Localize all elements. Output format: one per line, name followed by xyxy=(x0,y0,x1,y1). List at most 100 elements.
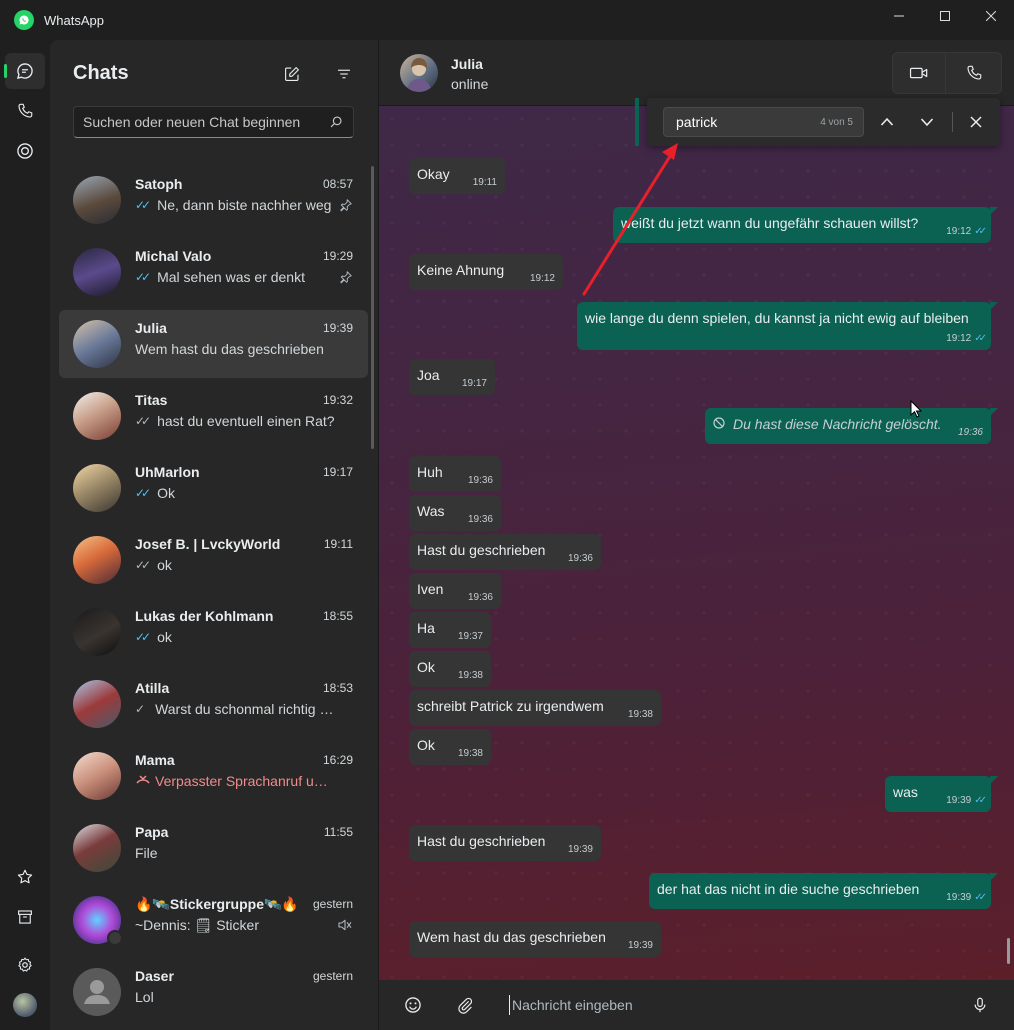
chat-preview: ✓✓ Ne, dann biste nachher weg xyxy=(135,197,335,213)
chat-search-box[interactable] xyxy=(73,106,354,138)
archive-nav-button[interactable] xyxy=(5,899,45,935)
title-bar: WhatsApp xyxy=(0,0,1014,40)
message-timestamp: 19:36 xyxy=(467,475,493,486)
chat-preview: ✓✓ ok xyxy=(135,629,335,645)
chat-time: 19:32 xyxy=(322,393,353,407)
status-nav-button[interactable] xyxy=(5,133,45,169)
message-text: schreibt Patrick zu irgendwem xyxy=(417,698,604,714)
message-time: 19:36 xyxy=(958,427,983,438)
chat-preview-text: hast du eventuell einen Rat? xyxy=(157,413,335,429)
chat-time: 19:17 xyxy=(322,465,353,479)
incoming-message-bubble[interactable]: Hast du geschrieben 19:39 xyxy=(409,825,601,861)
chat-preview-text: Verpasster Sprachanruf um... xyxy=(155,773,335,789)
conversation-panel: Julia online Okay 19:11 weißt du jetzt wan… xyxy=(379,40,1014,1030)
chat-name: Titas xyxy=(135,392,168,408)
chat-list-item[interactable]: Michal Valo 19:29 ✓✓ Mal sehen was er denkt xyxy=(59,238,368,306)
starred-nav-button[interactable] xyxy=(5,859,45,895)
incoming-message-bubble[interactable]: Iven 19:36 xyxy=(409,573,501,609)
message-time: 19:36 xyxy=(468,514,493,525)
chat-icon xyxy=(16,63,33,80)
chat-name: UhMarlon xyxy=(135,464,200,480)
chat-list-item[interactable]: Papa 11:55 File xyxy=(59,814,368,882)
incoming-message-bubble[interactable]: Joa 19:17 xyxy=(409,359,495,395)
chat-list-item[interactable]: UhMarlon 19:17 ✓✓ Ok xyxy=(59,454,368,522)
compose-icon xyxy=(285,67,299,81)
incoming-message-bubble[interactable]: Wem hast du das geschrieben 19:39 xyxy=(409,921,661,957)
chat-preview-text: ok xyxy=(157,629,172,645)
incoming-message-bubble[interactable]: Was 19:36 xyxy=(409,495,501,531)
message-text: Iven xyxy=(417,581,444,597)
read-receipt-icon: ✓✓ xyxy=(974,795,987,806)
message-timestamp: 19:38 xyxy=(457,748,483,759)
chat-list-item[interactable]: Julia 19:39 Wem hast du das geschrieben xyxy=(59,310,368,378)
paperclip-icon xyxy=(458,997,473,1014)
chat-preview-text: ~Dennis: 🗒 Sticker xyxy=(135,917,259,933)
chat-list-item[interactable]: Daser gestern Lol xyxy=(59,958,368,1026)
incoming-message-bubble[interactable]: Ha 19:37 xyxy=(409,612,491,648)
minimize-button[interactable] xyxy=(876,0,922,32)
chat-preview: ✓✓ Ok xyxy=(135,485,335,501)
chat-list-item[interactable]: Mama 16:29 Verpasster Sprachanruf um... xyxy=(59,742,368,810)
emoji-button[interactable] xyxy=(399,992,427,1018)
chat-preview: Verpasster Sprachanruf um... xyxy=(135,773,335,789)
chat-search-input[interactable] xyxy=(83,114,323,130)
message-time: 19:38 xyxy=(628,709,653,720)
blocked-icon xyxy=(713,416,725,432)
message-timestamp: 19:36 xyxy=(957,427,983,438)
chat-list-item[interactable]: Titas 19:32 ✓✓ hast du eventuell einen Rat? xyxy=(59,382,368,450)
incoming-message-bubble[interactable]: Hast du geschrieben 19:36 xyxy=(409,534,601,570)
outgoing-message-bubble[interactable]: der hat das nicht in die suche geschrieb… xyxy=(649,873,998,909)
incoming-message-bubble[interactable]: Ok 19:38 xyxy=(409,729,491,765)
settings-nav-button[interactable] xyxy=(5,947,45,983)
chats-nav-button[interactable] xyxy=(4,53,45,89)
chat-preview: ✓✓ Mal sehen was er denkt xyxy=(135,269,335,285)
incoming-message-bubble[interactable]: Huh 19:36 xyxy=(409,456,501,492)
message-time: 19:36 xyxy=(468,475,493,486)
message-input[interactable]: Nachricht eingeben xyxy=(509,995,909,1015)
outgoing-message-bubble[interactable]: was 19:39 ✓✓ xyxy=(885,776,998,812)
profile-nav-button[interactable] xyxy=(5,987,45,1023)
chat-list-item[interactable]: Atilla 18:53 ✓ Warst du schonmal richtig v.… xyxy=(59,670,368,738)
community-badge-icon xyxy=(107,930,123,946)
incoming-message-bubble[interactable]: schreibt Patrick zu irgendwem 19:38 xyxy=(409,690,661,726)
message-text: Ha xyxy=(417,620,435,636)
chats-heading: Chats xyxy=(73,62,129,84)
chat-time: 08:57 xyxy=(322,177,353,191)
maximize-button[interactable] xyxy=(922,0,968,32)
delivered-receipt-icon: ✓✓ xyxy=(135,558,151,572)
chat-preview: File xyxy=(135,845,335,861)
message-time: 19:39 ✓✓ xyxy=(946,892,987,903)
muted-icon xyxy=(337,918,353,935)
message-text: Hast du geschrieben xyxy=(417,833,546,849)
message-text: Huh xyxy=(417,464,443,480)
conversation-scrollbar[interactable] xyxy=(1007,938,1010,964)
chat-list-item[interactable]: 🔥🛰️Stickergruppe🛰️🔥 gestern ~Dennis: 🗒 Sti… xyxy=(59,886,368,954)
chat-name: Josef B. | LvckyWorld xyxy=(135,536,281,552)
message-timestamp: 19:39 xyxy=(567,844,593,855)
chat-name: Julia xyxy=(135,320,167,336)
deleted-message-bubble[interactable]: Du hast diese Nachricht gelöscht. 19:36 xyxy=(705,408,998,444)
message-timestamp: 19:36 xyxy=(467,514,493,525)
calls-nav-button[interactable] xyxy=(5,93,45,129)
chat-list-item[interactable]: Satoph 08:57 ✓✓ Ne, dann biste nachher weg xyxy=(59,166,368,234)
filter-button[interactable] xyxy=(328,60,360,88)
message-time: 19:37 xyxy=(458,631,483,642)
chat-list-scrollbar[interactable] xyxy=(371,166,374,449)
new-chat-button[interactable] xyxy=(276,60,308,88)
chat-list-item[interactable]: Lukas der Kohlmann 18:55 ✓✓ ok xyxy=(59,598,368,666)
message-text: Ok xyxy=(417,737,435,753)
message-timestamp: 19:39 xyxy=(946,892,972,903)
message-time: 19:39 ✓✓ xyxy=(946,795,987,806)
star-icon xyxy=(17,869,33,884)
chat-name: Lukas der Kohlmann xyxy=(135,608,274,624)
attach-button[interactable] xyxy=(451,992,479,1018)
read-receipt-icon: ✓✓ xyxy=(974,892,987,903)
chat-preview-text: Wem hast du das geschrieben xyxy=(135,341,324,357)
message-text: Was xyxy=(417,503,445,519)
avatar xyxy=(73,320,121,368)
chat-list-item[interactable]: Josef B. | LvckyWorld 19:11 ✓✓ ok xyxy=(59,526,368,594)
nav-rail xyxy=(0,40,50,1030)
close-window-button[interactable] xyxy=(968,0,1014,32)
voice-message-button[interactable] xyxy=(966,992,994,1018)
incoming-message-bubble[interactable]: Ok 19:38 xyxy=(409,651,491,687)
